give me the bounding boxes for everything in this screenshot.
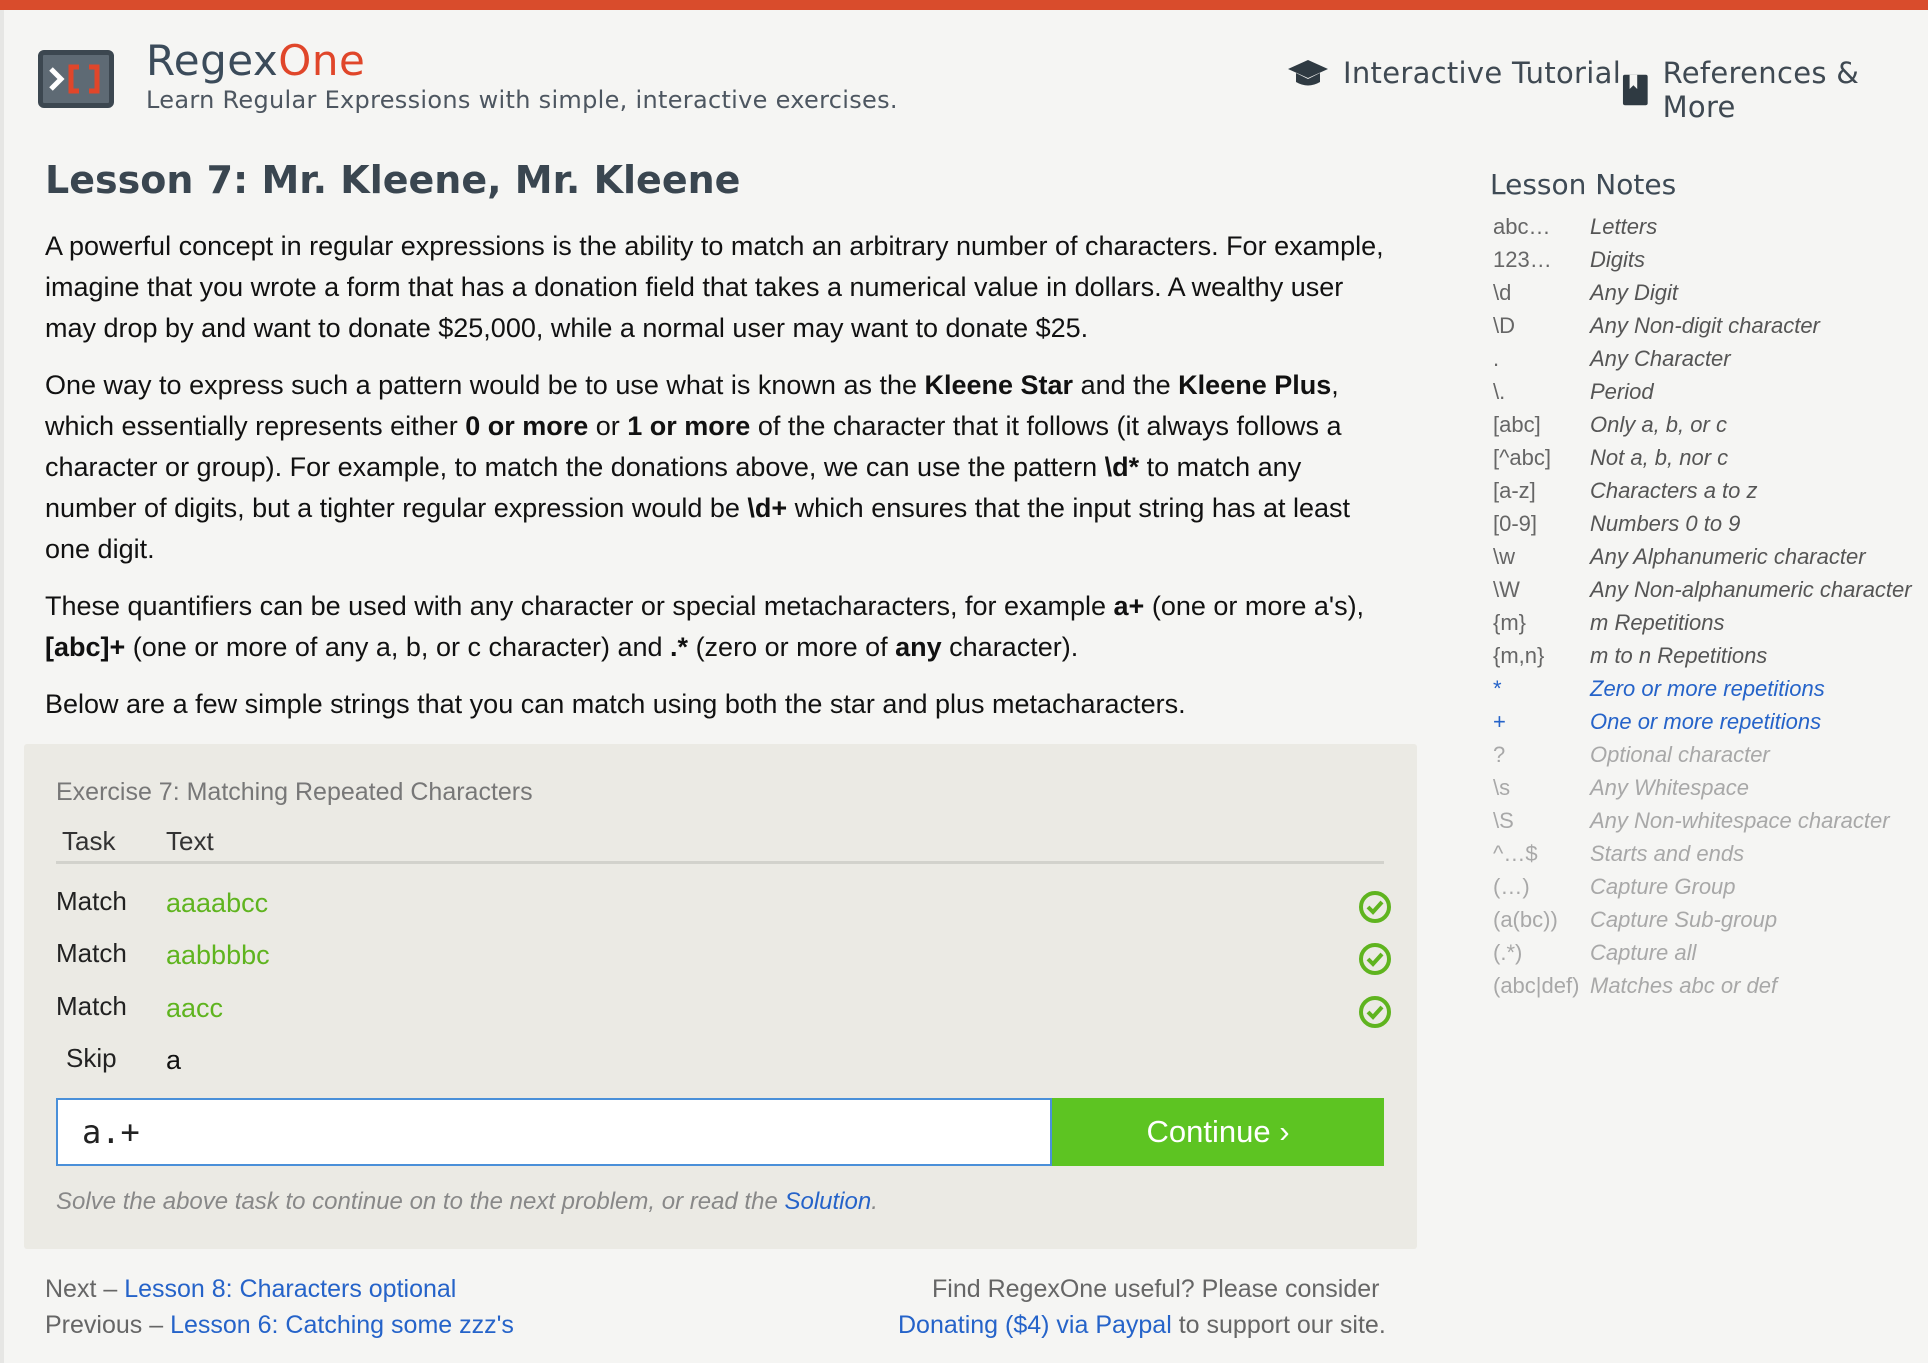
tagline: Learn Regular Expressions with simple, i… xyxy=(146,86,898,114)
note-item[interactable]: abc… Letters xyxy=(1493,214,1928,247)
task-label: Match xyxy=(56,991,127,1021)
paragraph-3: These quantifiers can be used with any c… xyxy=(45,591,1365,662)
lesson-notes-title: Lesson Notes xyxy=(1490,168,1677,201)
column-task: Task xyxy=(62,826,116,856)
donate-line: Donating ($4) via Paypal to support our … xyxy=(898,1311,1386,1339)
note-item[interactable]: \D Any Non-digit character xyxy=(1493,313,1928,346)
note-item-locked[interactable]: (a(bc)) Capture Sub-group xyxy=(1493,907,1928,940)
paragraph-2: One way to express such a pattern would … xyxy=(45,370,1350,564)
donate-text: Find RegexOne useful? Please consider xyxy=(932,1275,1380,1303)
brand-accent: One xyxy=(278,36,366,85)
nav-label: Interactive Tutorial xyxy=(1343,56,1622,90)
note-item[interactable]: \. Period xyxy=(1493,379,1928,412)
note-item[interactable]: 123… Digits xyxy=(1493,247,1928,280)
brand-name[interactable]: RegexOne xyxy=(146,36,365,85)
paragraph-1: A powerful concept in regular expression… xyxy=(45,231,1384,343)
table-row: Skip a xyxy=(56,1039,1384,1079)
check-circle-icon xyxy=(1359,943,1391,975)
check-circle-icon xyxy=(1359,996,1391,1028)
bookmark-icon xyxy=(1622,74,1648,106)
note-item-locked[interactable]: ^…$ Starts and ends xyxy=(1493,841,1928,874)
left-edge xyxy=(0,10,4,1363)
exercise-table-header: Task Text xyxy=(56,826,1384,864)
note-item-locked[interactable]: (abc|def) Matches abc or def xyxy=(1493,973,1928,1006)
task-label: Match xyxy=(56,886,127,916)
note-item-locked[interactable]: ? Optional character xyxy=(1493,742,1928,775)
previous-lesson: Previous – Lesson 6: Catching some zzz's xyxy=(45,1311,514,1339)
note-item[interactable]: [a-z] Characters a to z xyxy=(1493,478,1928,511)
check-circle-icon xyxy=(1359,891,1391,923)
brand-main: Regex xyxy=(146,36,279,85)
lesson-title: Lesson 7: Mr. Kleene, Mr. Kleene xyxy=(45,158,741,202)
exercise-panel: Exercise 7: Matching Repeated Characters… xyxy=(24,744,1417,1249)
logo-glyph-icon xyxy=(49,64,100,94)
exercise-title: Exercise 7: Matching Repeated Characters xyxy=(56,778,533,806)
solution-link[interactable]: Solution xyxy=(784,1188,871,1215)
next-lesson-link[interactable]: Lesson 8: Characters optional xyxy=(124,1275,456,1303)
lesson-notes-list: abc… Letters 123… Digits \d Any Digit \D Any… xyxy=(1493,214,1928,1006)
paragraph-4: Below are a few simple strings that you … xyxy=(45,689,1186,719)
note-item[interactable]: {m,n} m to n Repetitions xyxy=(1493,643,1928,676)
note-item-current[interactable]: + One or more repetitions xyxy=(1493,709,1928,742)
next-lesson: Next – Lesson 8: Characters optional xyxy=(45,1275,457,1303)
note-item-current[interactable]: * Zero or more repetitions xyxy=(1493,676,1928,709)
task-text: aacc xyxy=(166,993,224,1023)
table-row: Match aacc xyxy=(56,987,1391,1028)
task-label: Skip xyxy=(66,1043,117,1073)
note-item[interactable]: {m} m Repetitions xyxy=(1493,610,1928,643)
exercise-hint: Solve the above task to continue on to t… xyxy=(56,1188,878,1215)
nav-label: References & More xyxy=(1662,56,1860,124)
nav-references[interactable]: References & More xyxy=(1622,56,1928,124)
note-item-locked[interactable]: \S Any Non-whitespace character xyxy=(1493,808,1928,841)
note-item-locked[interactable]: (…) Capture Group xyxy=(1493,874,1928,907)
continue-button[interactable]: Continue › xyxy=(1052,1098,1384,1166)
answer-row: Continue › xyxy=(56,1098,1384,1166)
note-item[interactable]: [abc] Only a, b, or c xyxy=(1493,412,1928,445)
previous-lesson-link[interactable]: Lesson 6: Catching some zzz's xyxy=(170,1311,514,1339)
task-text: aaaabcc xyxy=(166,888,269,918)
table-row: Match aabbbbc xyxy=(56,934,1391,975)
lesson-body: A powerful concept in regular expression… xyxy=(45,226,1395,741)
donate-link[interactable]: Donating ($4) via Paypal xyxy=(898,1311,1172,1339)
regex-input[interactable] xyxy=(56,1098,1052,1166)
graduation-cap-icon xyxy=(1288,60,1328,86)
note-item[interactable]: [0-9] Numbers 0 to 9 xyxy=(1493,511,1928,544)
column-text: Text xyxy=(166,826,214,856)
note-item[interactable]: [^abc] Not a, b, nor c xyxy=(1493,445,1928,478)
note-item-locked[interactable]: \s Any Whitespace xyxy=(1493,775,1928,808)
task-label: Match xyxy=(56,938,127,968)
task-text: aabbbbc xyxy=(166,940,270,970)
regexone-logo-icon[interactable] xyxy=(38,50,114,108)
task-text: a xyxy=(166,1045,182,1075)
note-item-locked[interactable]: (.*) Capture all xyxy=(1493,940,1928,973)
nav-interactive-tutorial[interactable]: Interactive Tutorial xyxy=(1287,56,1621,90)
note-item[interactable]: \W Any Non-alphanumeric character xyxy=(1493,577,1928,610)
note-item[interactable]: . Any Character xyxy=(1493,346,1928,379)
note-item[interactable]: \w Any Alphanumeric character xyxy=(1493,544,1928,577)
top-accent-bar xyxy=(0,0,1928,10)
note-item[interactable]: \d Any Digit xyxy=(1493,280,1928,313)
table-row: Match aaaabcc xyxy=(56,882,1391,923)
